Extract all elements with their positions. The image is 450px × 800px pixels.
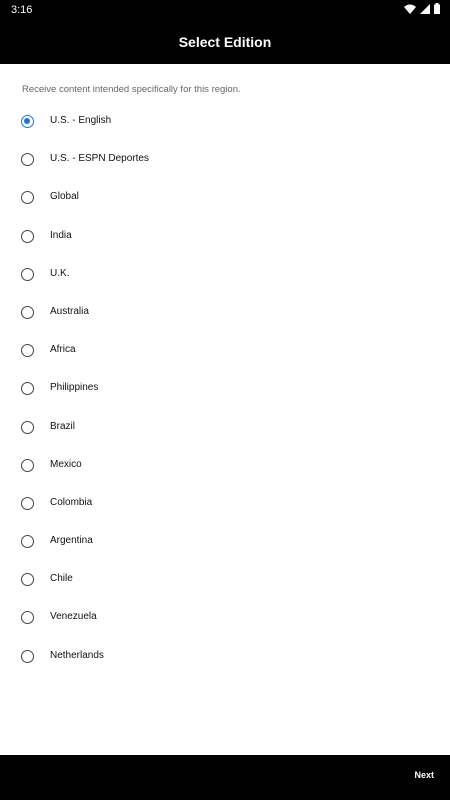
status-icons — [404, 3, 440, 14]
app-bar: Select Edition — [0, 20, 450, 64]
bottom-bar: Next — [0, 755, 450, 800]
status-bar: 3:16 — [0, 0, 450, 20]
edition-label: U.S. - English — [50, 115, 112, 126]
radio-unchecked-icon[interactable] — [21, 382, 34, 396]
next-button[interactable]: Next — [414, 770, 434, 780]
edition-label: U.S. - ESPN Deportes — [50, 153, 149, 165]
edition-label: Australia — [50, 305, 89, 317]
page-title: Select Edition — [178, 34, 272, 50]
radio-unchecked-icon[interactable] — [21, 420, 34, 434]
radio-unchecked-icon[interactable] — [21, 267, 34, 281]
radio-unchecked-icon[interactable] — [21, 611, 34, 625]
edition-option[interactable]: Philippines — [0, 370, 450, 408]
wifi-icon — [404, 4, 416, 14]
radio-unchecked-icon[interactable] — [21, 153, 34, 167]
edition-option[interactable]: Netherlands — [0, 638, 450, 676]
radio-unchecked-icon[interactable] — [21, 191, 34, 205]
edition-option[interactable]: U.S. - English — [0, 103, 450, 141]
battery-icon — [434, 3, 440, 14]
status-time: 3:16 — [11, 4, 33, 16]
edition-option[interactable]: India — [0, 218, 450, 256]
edition-option[interactable]: U.S. - ESPN Deportes — [0, 141, 450, 179]
edition-option[interactable]: Argentina — [0, 523, 450, 561]
edition-option[interactable]: Chile — [0, 561, 450, 599]
edition-label: Netherlands — [50, 649, 104, 661]
radio-unchecked-icon[interactable] — [21, 649, 34, 663]
radio-checked-icon[interactable] — [21, 115, 34, 128]
radio-unchecked-icon[interactable] — [21, 305, 34, 319]
edition-label: U.K. — [50, 267, 70, 279]
edition-label: Brazil — [50, 420, 76, 432]
region-description: Receive content intended specifically fo… — [22, 84, 241, 95]
edition-option[interactable]: Global — [0, 179, 450, 217]
edition-option[interactable]: U.K. — [0, 256, 450, 294]
edition-label: Colombia — [50, 496, 93, 508]
edition-label: Argentina — [50, 535, 93, 547]
radio-unchecked-icon[interactable] — [21, 573, 34, 587]
content: Receive content intended specifically fo… — [0, 64, 450, 755]
edition-label: Mexico — [50, 458, 82, 470]
edition-label: Africa — [50, 344, 76, 356]
edition-list: U.S. - English U.S. - ESPN Deportes Global… — [0, 103, 450, 676]
radio-unchecked-icon[interactable] — [21, 535, 34, 549]
edition-label: Philippines — [50, 382, 99, 394]
radio-unchecked-icon[interactable] — [21, 229, 34, 243]
edition-option[interactable]: Australia — [0, 294, 450, 332]
edition-label: Venezuela — [50, 611, 97, 623]
edition-option[interactable]: Africa — [0, 332, 450, 370]
edition-label: Global — [50, 191, 79, 203]
radio-unchecked-icon[interactable] — [21, 344, 34, 358]
radio-unchecked-icon[interactable] — [21, 496, 34, 510]
edition-option[interactable]: Brazil — [0, 409, 450, 447]
signal-icon — [420, 3, 430, 14]
edition-option[interactable]: Venezuela — [0, 599, 450, 637]
edition-label: India — [50, 229, 72, 241]
edition-label: Chile — [50, 573, 73, 585]
radio-unchecked-icon[interactable] — [21, 458, 34, 472]
edition-option[interactable]: Colombia — [0, 485, 450, 523]
edition-option[interactable]: Mexico — [0, 447, 450, 485]
